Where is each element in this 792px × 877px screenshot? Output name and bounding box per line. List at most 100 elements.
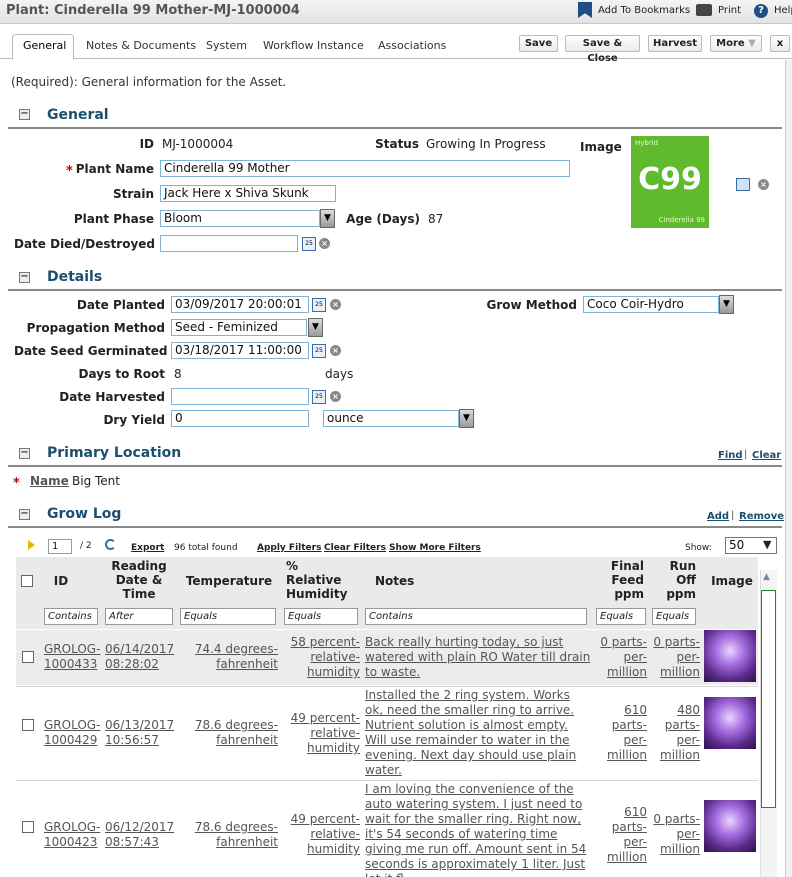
row-humidity[interactable]: 49 percent-relative-humidity: [285, 711, 360, 756]
image-clear-icon[interactable]: ×: [758, 179, 769, 190]
clear-link[interactable]: Clear: [752, 450, 781, 461]
chevron-down-icon[interactable]: ▼: [320, 209, 335, 228]
grid-scrollbar-thumb[interactable]: [761, 590, 776, 808]
calendar-icon[interactable]: 25: [302, 237, 316, 251]
col-temperature[interactable]: Temperature: [181, 574, 277, 588]
row-id[interactable]: GROLOG-1000423: [44, 820, 100, 850]
row-temperature[interactable]: 74.4 degrees-fahrenheit: [182, 642, 278, 672]
row-feed[interactable]: 610 parts-per-million: [597, 805, 647, 865]
print-icon[interactable]: [696, 4, 712, 16]
chevron-up-icon[interactable]: ▲: [763, 572, 770, 582]
add-link[interactable]: Add: [707, 511, 729, 522]
date-harvested-input[interactable]: [171, 388, 309, 405]
filter-notes[interactable]: Contains: [365, 608, 587, 625]
filter-feed[interactable]: Equals: [596, 608, 646, 625]
col-id[interactable]: ID: [44, 574, 78, 588]
save-close-button[interactable]: Save & Close: [565, 35, 640, 64]
row-image[interactable]: [704, 630, 756, 682]
triangle-right-icon[interactable]: [28, 540, 35, 550]
row-image[interactable]: [704, 800, 756, 852]
row-checkbox[interactable]: [22, 651, 34, 663]
tab-workflow-instance[interactable]: Workflow Instance: [263, 39, 364, 52]
plant-phase-select[interactable]: Bloom: [160, 210, 320, 227]
print-link[interactable]: Print: [718, 5, 741, 16]
calendar-icon[interactable]: 25: [312, 390, 326, 404]
export-link[interactable]: Export: [131, 543, 164, 553]
remove-link[interactable]: Remove: [739, 511, 784, 522]
row-checkbox[interactable]: [22, 821, 34, 833]
close-button[interactable]: x: [770, 35, 790, 52]
tab-general[interactable]: General: [23, 39, 66, 52]
add-to-bookmarks-link[interactable]: Add To Bookmarks: [598, 5, 690, 16]
row-runoff[interactable]: 0 parts-per-million: [650, 635, 700, 680]
calendar-icon[interactable]: 25: [312, 344, 326, 358]
row-temperature[interactable]: 78.6 degrees-fahrenheit: [182, 820, 278, 850]
row-runoff[interactable]: 480 parts-per-million: [650, 703, 700, 763]
col-runoff[interactable]: Run Off ppm: [652, 559, 696, 601]
date-planted-input[interactable]: 03/09/2017 20:00:01: [171, 296, 309, 313]
tab-notes-documents[interactable]: Notes & Documents: [86, 39, 196, 52]
help-link[interactable]: Help: [774, 5, 792, 16]
filter-id[interactable]: Contains: [44, 608, 98, 625]
row-runoff[interactable]: 0 parts-per-million: [650, 812, 700, 857]
grow-method-select[interactable]: Coco Coir-Hydro: [583, 296, 719, 313]
tab-associations[interactable]: Associations: [378, 39, 446, 52]
row-notes[interactable]: Installed the 2 ring system. Works ok, n…: [365, 688, 591, 778]
col-image[interactable]: Image: [708, 574, 756, 588]
image-upload-icon[interactable]: [736, 178, 750, 191]
row-notes[interactable]: Back really hurting today, so just water…: [365, 635, 591, 680]
chevron-down-icon[interactable]: ▼: [719, 295, 734, 314]
harvest-button[interactable]: Harvest: [648, 35, 702, 52]
col-feed[interactable]: Final Feed ppm: [598, 559, 644, 601]
dry-yield-input[interactable]: 0: [171, 410, 309, 427]
find-link[interactable]: Find: [718, 450, 743, 461]
col-notes[interactable]: Notes: [375, 574, 415, 588]
tab-system[interactable]: System: [206, 39, 247, 52]
filter-temperature[interactable]: Equals: [180, 608, 276, 625]
location-name-label[interactable]: Name: [30, 474, 69, 488]
propagation-select[interactable]: Seed - Feminized: [171, 319, 307, 336]
refresh-icon[interactable]: [105, 539, 116, 550]
col-reading[interactable]: Reading Date & Time: [107, 559, 171, 601]
more-button[interactable]: More ▼: [710, 35, 762, 52]
show-more-filters-link[interactable]: Show More Filters: [389, 543, 481, 553]
row-reading[interactable]: 06/13/2017 10:56:57: [105, 718, 175, 748]
collapse-details-icon[interactable]: −: [19, 272, 30, 283]
chevron-down-icon[interactable]: ▼: [459, 409, 474, 428]
filter-runoff[interactable]: Equals: [652, 608, 696, 625]
filter-reading[interactable]: After: [105, 608, 173, 625]
row-feed[interactable]: 610 parts-per-million: [597, 703, 647, 763]
select-all-checkbox[interactable]: [21, 575, 33, 587]
row-id[interactable]: GROLOG-1000433: [44, 642, 100, 672]
help-icon[interactable]: ?: [754, 4, 768, 18]
row-notes[interactable]: I am loving the convenience of the auto …: [365, 782, 591, 877]
row-temperature[interactable]: 78.6 degrees-fahrenheit: [182, 718, 278, 748]
row-reading[interactable]: 06/12/2017 08:57:43: [105, 820, 175, 850]
row-humidity[interactable]: 58 percent-relative-humidity: [285, 635, 360, 680]
collapse-general-icon[interactable]: −: [19, 109, 30, 120]
row-image[interactable]: [704, 697, 756, 749]
col-humidity[interactable]: % Relative Humidity: [286, 559, 356, 601]
calendar-icon[interactable]: 25: [312, 298, 326, 312]
chevron-down-icon[interactable]: ▼: [308, 318, 323, 337]
collapse-location-icon[interactable]: −: [19, 448, 30, 459]
date-died-input[interactable]: [160, 235, 298, 252]
row-checkbox[interactable]: [22, 719, 34, 731]
page-input[interactable]: 1: [48, 539, 72, 554]
page-scrollbar[interactable]: [785, 60, 792, 877]
clear-filters-link[interactable]: Clear Filters: [324, 543, 386, 553]
row-id[interactable]: GROLOG-1000429: [44, 718, 100, 748]
plant-name-input[interactable]: Cinderella 99 Mother: [160, 160, 570, 177]
row-humidity[interactable]: 49 percent-relative-humidity: [285, 812, 360, 857]
clear-date-icon[interactable]: ×: [330, 299, 341, 310]
strain-input[interactable]: Jack Here x Shiva Skunk: [160, 185, 336, 202]
row-reading[interactable]: 06/14/2017 08:28:02: [105, 642, 175, 672]
collapse-growlog-icon[interactable]: −: [19, 509, 30, 520]
date-germinated-input[interactable]: 03/18/2017 11:00:00: [171, 342, 309, 359]
apply-filters-link[interactable]: Apply Filters: [257, 543, 321, 553]
chevron-down-icon[interactable]: ▼: [763, 538, 771, 551]
dry-yield-unit-select[interactable]: ounce: [323, 410, 459, 427]
save-button[interactable]: Save: [519, 35, 558, 52]
clear-date-icon[interactable]: ×: [330, 345, 341, 356]
filter-humidity[interactable]: Equals: [284, 608, 358, 625]
